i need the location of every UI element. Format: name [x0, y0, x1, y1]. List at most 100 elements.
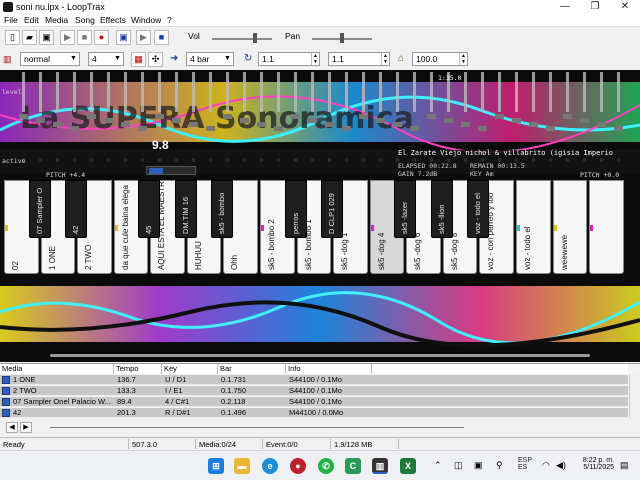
octave-selector[interactable] [146, 166, 196, 175]
channel-fader[interactable] [396, 72, 399, 112]
channel-fader[interactable] [158, 72, 161, 112]
octave-selected[interactable] [149, 168, 163, 174]
channel-fader[interactable] [328, 72, 331, 112]
media-row[interactable]: 2 TWO 133.3 I / E1 0.1.750 S44100 / 0.1Mo [0, 386, 628, 396]
column-bar[interactable]: Bar [218, 364, 286, 374]
explorer-icon[interactable]: ▬ [234, 458, 250, 474]
channel-fader-knob[interactable] [172, 118, 181, 123]
channel-fader[interactable] [498, 72, 501, 112]
sample-key-black[interactable]: perros [284, 180, 307, 238]
channel-fader[interactable] [379, 72, 382, 112]
play-next-icon[interactable]: ▶ [136, 30, 151, 45]
channel-fader[interactable] [464, 72, 467, 112]
channel-fader-knob[interactable] [291, 114, 300, 119]
channel-fader[interactable] [243, 72, 246, 112]
channel-fader-knob[interactable] [87, 114, 96, 119]
menu-file[interactable]: File [4, 15, 18, 25]
channel-fader-knob[interactable] [597, 122, 606, 127]
position-field[interactable]: 1.1 ▲ ▼ [258, 52, 320, 66]
column-tempo[interactable]: Tempo [114, 364, 162, 374]
network-tray-icon[interactable]: ◫ [454, 460, 463, 471]
maximize-button[interactable]: ❐ [580, 0, 610, 14]
sample-key-black[interactable]: 42 [65, 180, 88, 238]
channel-fader-knob[interactable] [546, 126, 555, 131]
spin-arrows-icon[interactable]: ▲ ▼ [459, 53, 467, 65]
grid-icon[interactable]: ▦ [131, 52, 146, 67]
channel-fader-knob[interactable] [138, 126, 147, 131]
whatsapp-icon[interactable]: ✆ [318, 458, 334, 474]
position2-field[interactable]: 1.1 ▲ ▼ [328, 52, 390, 66]
bars-select[interactable]: 4 bar ▼ [186, 52, 234, 66]
menu-song[interactable]: Song [75, 15, 95, 25]
channel-fader[interactable] [566, 72, 569, 112]
metronome-icon[interactable]: ⌂ [398, 53, 404, 64]
channel-fader[interactable] [277, 72, 280, 112]
channel-fader[interactable] [583, 72, 586, 112]
sample-key-black[interactable]: sk5 -llion [430, 180, 453, 238]
edge-icon[interactable]: e [262, 458, 278, 474]
channel-fader-knob[interactable] [53, 122, 62, 127]
start-icon[interactable]: ⊞ [208, 458, 224, 474]
sample-key-black[interactable]: DM.TIM 16 [174, 180, 197, 238]
channel-fader[interactable] [209, 72, 212, 112]
channel-fader[interactable] [413, 72, 416, 112]
channel-fader[interactable] [515, 72, 518, 112]
channel-fader-knob[interactable] [563, 114, 572, 119]
tempo-field[interactable]: 100.0 ▲ ▼ [412, 52, 468, 66]
channel-fader-knob[interactable] [274, 126, 283, 131]
channel-fader-knob[interactable] [223, 114, 232, 119]
next-button[interactable]: ▶ [20, 422, 32, 433]
channel-fader-knob[interactable] [427, 114, 436, 119]
channel-fader-knob[interactable] [376, 118, 385, 123]
vol-slider[interactable] [212, 38, 272, 40]
save-icon[interactable]: ▣ [39, 30, 54, 45]
channel-fader-knob[interactable] [308, 118, 317, 123]
play-icon[interactable]: ▶ [60, 30, 75, 45]
vol-slider-thumb[interactable] [253, 33, 258, 43]
pan-slider-thumb[interactable] [340, 33, 344, 43]
excel-icon[interactable]: X [400, 458, 416, 474]
sample-key-black[interactable]: 07 Sampler O [28, 180, 51, 238]
media-list-scrollbar[interactable] [629, 374, 639, 418]
sample-key-black[interactable]: voz - todo el [467, 180, 490, 238]
notification-icon[interactable]: ▤ [620, 460, 629, 471]
channel-fader[interactable] [294, 72, 297, 112]
wifi-icon[interactable]: ◠ [542, 460, 550, 471]
channel-fader-knob[interactable] [495, 114, 504, 119]
media-position-track[interactable] [50, 427, 464, 428]
clock[interactable]: 8:22 p. m. 5/11/2025 [580, 457, 614, 471]
refresh-icon[interactable]: ↻ [244, 53, 252, 64]
channel-fader-knob[interactable] [240, 118, 249, 123]
channel-fader[interactable] [39, 72, 42, 112]
channel-fader-knob[interactable] [121, 122, 130, 127]
channel-fader-knob[interactable] [36, 118, 45, 123]
channel-fader[interactable] [345, 72, 348, 112]
channel-fader[interactable] [56, 72, 59, 112]
sample-key-white[interactable] [589, 180, 624, 274]
channel-fader[interactable] [226, 72, 229, 112]
stop-icon[interactable]: ■ [77, 30, 92, 45]
keyboard-mode-select[interactable]: normal ▼ [20, 52, 80, 66]
channel-fader-knob[interactable] [461, 122, 470, 127]
sample-key-white[interactable]: voz - todo el [516, 180, 551, 274]
new-icon[interactable]: ▯ [5, 30, 20, 45]
menu-help[interactable]: ? [167, 15, 172, 25]
channel-fader-knob[interactable] [206, 126, 215, 131]
channel-fader-knob[interactable] [70, 126, 79, 131]
channel-fader[interactable] [124, 72, 127, 112]
channel-fader[interactable] [617, 72, 620, 112]
media-icon[interactable]: ● [290, 458, 306, 474]
channel-fader[interactable] [549, 72, 552, 112]
channel-fader-knob[interactable] [478, 126, 487, 131]
language-indicator[interactable]: ESP ES [518, 457, 532, 471]
channel-fader[interactable] [192, 72, 195, 112]
channel-fader[interactable] [73, 72, 76, 112]
octave-select[interactable]: 4 ▼ [88, 52, 124, 66]
loop-icon[interactable]: ▣ [116, 30, 131, 45]
menu-effects[interactable]: Effects [100, 15, 126, 25]
spin-arrows-icon[interactable]: ▲ ▼ [311, 53, 319, 65]
channel-fader[interactable] [430, 72, 433, 112]
channel-fader[interactable] [600, 72, 603, 112]
channel-fader[interactable] [481, 72, 484, 112]
chevron-up-icon[interactable]: ⌃ [434, 460, 442, 471]
